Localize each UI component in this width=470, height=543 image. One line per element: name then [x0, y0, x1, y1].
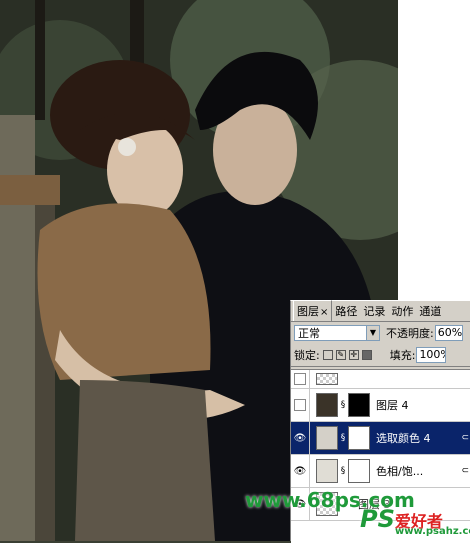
- close-icon[interactable]: ×: [320, 307, 328, 318]
- link-icon: §: [340, 433, 346, 443]
- blend-mode-select[interactable]: 正常 ▼: [294, 325, 380, 341]
- layer-mask-thumbnail: [348, 459, 370, 483]
- tab-channels[interactable]: 通道: [416, 301, 444, 321]
- opacity-input[interactable]: 60%: [434, 325, 463, 341]
- eye-icon[interactable]: 👁: [291, 455, 310, 487]
- lock-label: 锁定:: [294, 349, 320, 362]
- watermark-url: www.psahz.com: [395, 526, 470, 537]
- watermark-logo-ps: PS: [360, 505, 395, 533]
- blend-mode-value: 正常: [298, 327, 320, 340]
- panel-tabs: 图层× 路径 记录 动作 通道: [291, 300, 470, 322]
- lock-brush-icon[interactable]: ✎: [335, 350, 346, 360]
- lock-transparency-icon[interactable]: [322, 350, 333, 360]
- fill-input[interactable]: 100%: [416, 347, 447, 363]
- lock-move-icon[interactable]: ✛: [348, 350, 359, 360]
- fill-label: 填充:: [389, 349, 416, 362]
- link-icon: §: [340, 400, 346, 410]
- tab-history[interactable]: 记录: [360, 301, 388, 321]
- tab-layers-label: 图层: [297, 305, 319, 318]
- layer-row-hue-sat[interactable]: 👁 § 色相/饱... ⊂: [291, 455, 470, 488]
- blend-row: 正常 ▼ 不透明度: 60%: [291, 322, 470, 344]
- clip-icon: ⊂: [461, 466, 469, 476]
- eye-icon[interactable]: 👁: [291, 422, 310, 454]
- tab-paths[interactable]: 路径: [332, 301, 360, 321]
- layer-row-top[interactable]: [291, 370, 470, 389]
- visibility-toggle[interactable]: [291, 389, 310, 421]
- layer-name: 选取颜色 4: [376, 432, 431, 445]
- clip-icon: ⊂: [461, 433, 469, 443]
- layer-thumbnail: [316, 393, 338, 417]
- chevron-down-icon: ▼: [366, 326, 379, 340]
- layer-mask-thumbnail: [348, 426, 370, 450]
- canvas-margin: [398, 0, 470, 300]
- opacity-label: 不透明度:: [386, 327, 434, 340]
- layer-row-selective-color[interactable]: 👁 § 选取颜色 4 ⊂: [291, 422, 470, 455]
- visibility-toggle[interactable]: [291, 370, 310, 388]
- tab-layers[interactable]: 图层×: [293, 300, 333, 321]
- adjustment-thumbnail: [316, 426, 338, 450]
- layer-name: 图层 4: [376, 399, 409, 412]
- layer-name: 色相/饱...: [376, 465, 424, 478]
- lock-all-icon[interactable]: [361, 350, 372, 360]
- tab-actions[interactable]: 动作: [388, 301, 416, 321]
- layer-thumbnail: [316, 373, 338, 385]
- lock-icons: ✎ ✛: [322, 350, 372, 360]
- adjustment-thumbnail: [316, 459, 338, 483]
- layer-row-layer4[interactable]: § 图层 4: [291, 389, 470, 422]
- layer-mask-thumbnail: [348, 393, 370, 417]
- link-icon: §: [340, 466, 346, 476]
- lock-row: 锁定: ✎ ✛ 填充: 100%: [291, 344, 470, 367]
